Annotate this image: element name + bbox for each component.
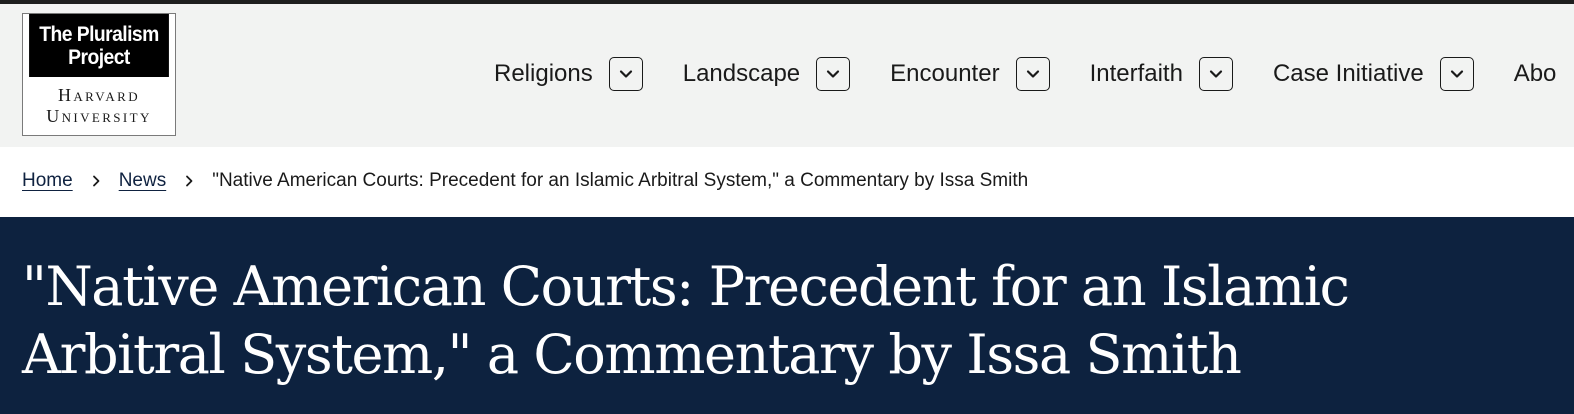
nav-toggle-interfaith[interactable]: [1198, 57, 1233, 91]
chevron-down-icon: [1450, 70, 1463, 78]
chevron-down-icon: [827, 70, 840, 78]
nav-link-about[interactable]: Abo: [1514, 60, 1557, 88]
nav-toggle-case-initiative[interactable]: [1439, 57, 1474, 91]
logo-line-4: University: [46, 106, 152, 126]
chevron-down-icon: [619, 70, 632, 78]
nav-link-landscape[interactable]: Landscape: [683, 60, 800, 88]
nav-toggle-landscape[interactable]: [816, 57, 851, 91]
nav-item-interfaith: Interfaith: [1090, 57, 1233, 91]
breadcrumb-home-link[interactable]: Home: [22, 170, 73, 192]
breadcrumb-separator: [183, 175, 195, 187]
nav-item-encounter: Encounter: [890, 57, 1050, 91]
nav-toggle-religions[interactable]: [608, 57, 643, 91]
chevron-down-icon: [1026, 70, 1039, 78]
chevron-down-icon: [1209, 70, 1223, 78]
nav-toggle-encounter[interactable]: [1015, 57, 1050, 91]
logo-institution: Harvard University: [23, 77, 175, 135]
breadcrumb-separator: [90, 175, 102, 187]
logo-line-1: The Pluralism: [39, 22, 159, 46]
logo-wordmark: The Pluralism Project: [29, 14, 169, 77]
page-hero: "Native American Courts: Precedent for a…: [0, 217, 1574, 414]
nav-link-encounter[interactable]: Encounter: [890, 60, 999, 88]
nav-link-religions[interactable]: Religions: [494, 60, 593, 88]
nav-item-landscape: Landscape: [683, 57, 851, 91]
logo-line-2: Project: [68, 45, 130, 69]
nav-link-interfaith[interactable]: Interfaith: [1090, 60, 1183, 88]
breadcrumb-news-link[interactable]: News: [119, 170, 167, 192]
chevron-right-icon: [186, 175, 193, 187]
chevron-right-icon: [92, 175, 100, 187]
nav-item-about: Abo: [1514, 60, 1557, 88]
site-header: The Pluralism Project Harvard University…: [0, 4, 1574, 147]
logo-line-3: Harvard: [58, 85, 140, 105]
page-title: "Native American Courts: Precedent for a…: [22, 255, 1350, 386]
nav-item-religions: Religions: [494, 57, 643, 91]
nav-link-case-initiative[interactable]: Case Initiative: [1273, 60, 1424, 88]
breadcrumb-current: "Native American Courts: Precedent for a…: [212, 170, 1029, 191]
main-nav: Religions Landscape Encounter Interfaith…: [494, 57, 1574, 91]
site-logo[interactable]: The Pluralism Project Harvard University: [22, 13, 176, 136]
breadcrumb: Home News "Native American Courts: Prece…: [22, 170, 1028, 192]
nav-item-case-initiative: Case Initiative: [1273, 57, 1474, 91]
